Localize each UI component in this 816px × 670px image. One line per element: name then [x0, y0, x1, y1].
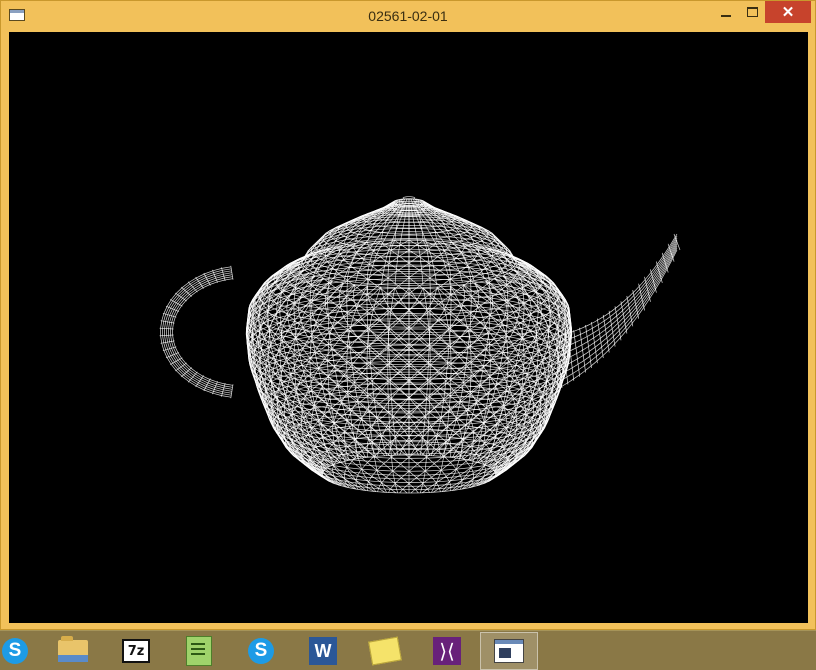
word-icon: W [309, 637, 337, 665]
skype-icon: S [248, 638, 274, 664]
window-title: 02561-02-01 [368, 8, 448, 24]
taskbar-item-visual-studio[interactable]: ⟩⟨ [418, 632, 476, 670]
minimize-button[interactable] [713, 1, 739, 23]
notepad-icon [186, 636, 212, 666]
sticky-notes-icon [368, 636, 402, 666]
app-window: 02561-02-01 ✕ [0, 0, 816, 630]
taskbar-item-file-explorer[interactable] [44, 632, 102, 670]
taskbar-item-notepad[interactable] [170, 632, 228, 670]
title-bar[interactable]: 02561-02-01 ✕ [1, 1, 815, 31]
taskbar-item-word[interactable]: W [294, 632, 352, 670]
taskbar-item-skype-2[interactable]: S [232, 632, 290, 670]
render-viewport[interactable] [9, 32, 808, 623]
app-window-icon [494, 639, 524, 663]
maximize-button[interactable] [739, 1, 765, 23]
visual-studio-icon: ⟩⟨ [433, 637, 461, 665]
skype-icon: S [2, 638, 28, 664]
folder-icon [58, 636, 88, 662]
7zip-icon: 7z [122, 639, 150, 663]
minimize-icon [721, 15, 731, 17]
taskbar-item-7zip[interactable]: 7z [107, 632, 165, 670]
close-button[interactable]: ✕ [765, 1, 811, 23]
taskbar-item-skype[interactable]: S [0, 632, 44, 670]
wireframe-teapot [159, 196, 681, 494]
taskbar: S 7z S W ⟩⟨ [0, 630, 816, 670]
taskbar-item-sticky-notes[interactable] [356, 632, 414, 670]
taskbar-item-teapot-app[interactable] [480, 632, 538, 670]
close-icon: ✕ [781, 4, 795, 21]
maximize-icon [746, 7, 758, 17]
